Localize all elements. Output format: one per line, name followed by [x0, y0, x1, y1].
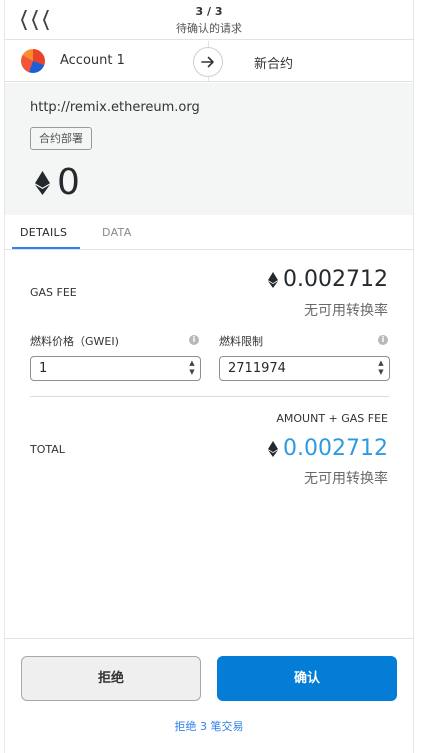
gas-limit-input[interactable] — [220, 357, 370, 380]
section-divider — [30, 396, 389, 397]
gas-price-spinner[interactable]: ▲ ▼ — [186, 359, 198, 378]
account-name: Account 1 — [60, 53, 125, 68]
origin-url: http://remix.ethereum.org — [30, 100, 200, 115]
info-icon[interactable]: i — [378, 335, 388, 345]
total-label: TOTAL — [30, 443, 65, 456]
account-row: Account 1 新合约 — [5, 41, 413, 82]
footer: 拒绝 确认 拒绝 3 笔交易 — [5, 638, 413, 753]
amount-plus-gas-label: AMOUNT + GAS FEE — [276, 412, 388, 425]
contract-deployment-badge: 合约部署 — [30, 127, 92, 150]
gas-fee-value: 0.002712 — [268, 266, 388, 294]
gas-fee-amount: 0.002712 — [283, 267, 388, 292]
top-navigation: 3 / 3 待确认的请求 — [5, 0, 413, 40]
gas-price-stepper: ▲ ▼ — [30, 356, 201, 381]
pending-requests-label: 待确认的请求 — [176, 22, 242, 35]
gas-limit-label: 燃料限制 — [219, 335, 263, 348]
ethereum-icon — [268, 441, 279, 457]
gas-fee-conversion-rate: 无可用转换率 — [304, 303, 388, 319]
confirm-button[interactable]: 确认 — [217, 656, 397, 701]
gas-price-label: 燃料价格（GWEI) — [30, 335, 119, 348]
ethereum-icon — [268, 272, 279, 288]
active-tab-indicator — [12, 247, 80, 249]
arrow-right-icon — [193, 47, 223, 77]
reject-all-link[interactable]: 拒绝 3 笔交易 — [5, 718, 413, 734]
tab-data[interactable]: DATA — [102, 226, 132, 239]
confirm-transaction-window: 3 / 3 待确认的请求 Account 1 新合约 http://remix.… — [4, 0, 414, 753]
origin-panel: http://remix.ethereum.org 合约部署 0 — [5, 83, 413, 215]
gas-price-input[interactable] — [31, 357, 181, 380]
total-amount: 0.002712 — [283, 436, 388, 461]
chevron-down-icon[interactable]: ▼ — [375, 368, 387, 377]
info-icon[interactable]: i — [189, 335, 199, 345]
tab-bar: DETAILS DATA — [5, 215, 413, 250]
total-value: 0.002712 — [268, 435, 388, 463]
new-contract-label: 新合约 — [254, 57, 294, 72]
total-conversion-rate: 无可用转换率 — [304, 471, 388, 487]
gas-limit-spinner[interactable]: ▲ ▼ — [375, 359, 387, 378]
gas-fee-label: GAS FEE — [30, 286, 77, 299]
ethereum-icon — [35, 171, 50, 195]
eth-amount-value: 0 — [57, 162, 80, 203]
request-counter: 3 / 3 — [195, 5, 223, 18]
reject-button[interactable]: 拒绝 — [21, 656, 201, 701]
chevron-up-icon[interactable]: ▲ — [186, 359, 198, 368]
chevron-down-icon[interactable]: ▼ — [186, 368, 198, 377]
account-avatar — [21, 49, 45, 73]
gas-limit-stepper: ▲ ▼ — [219, 356, 390, 381]
chevron-up-icon[interactable]: ▲ — [375, 359, 387, 368]
tab-details[interactable]: DETAILS — [20, 226, 67, 239]
